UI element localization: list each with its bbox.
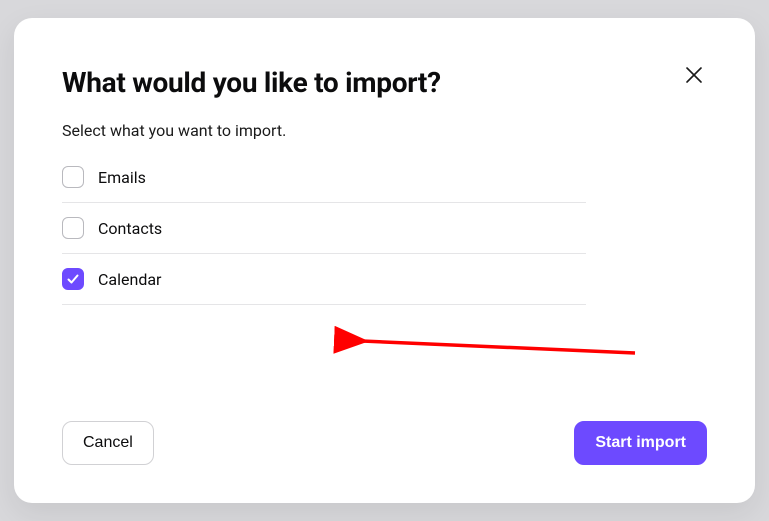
close-button[interactable] <box>681 62 707 88</box>
option-label: Contacts <box>98 219 162 238</box>
checkmark-icon <box>66 272 80 286</box>
option-label: Calendar <box>98 270 161 289</box>
import-options-list: Emails Contacts Calendar <box>62 166 586 305</box>
modal-footer: Cancel Start import <box>62 401 707 465</box>
checkbox-emails[interactable] <box>62 166 84 188</box>
modal-subtitle: Select what you want to import. <box>62 121 707 140</box>
close-icon <box>685 66 703 84</box>
checkbox-calendar[interactable] <box>62 268 84 290</box>
option-label: Emails <box>98 168 146 187</box>
option-contacts[interactable]: Contacts <box>62 203 586 254</box>
cancel-button[interactable]: Cancel <box>62 421 154 465</box>
checkbox-contacts[interactable] <box>62 217 84 239</box>
modal-title: What would you like to import? <box>62 66 441 99</box>
option-calendar[interactable]: Calendar <box>62 254 586 305</box>
import-modal: What would you like to import? Select wh… <box>14 18 755 503</box>
option-emails[interactable]: Emails <box>62 166 586 203</box>
modal-header: What would you like to import? <box>62 66 707 99</box>
start-import-button[interactable]: Start import <box>574 421 707 465</box>
